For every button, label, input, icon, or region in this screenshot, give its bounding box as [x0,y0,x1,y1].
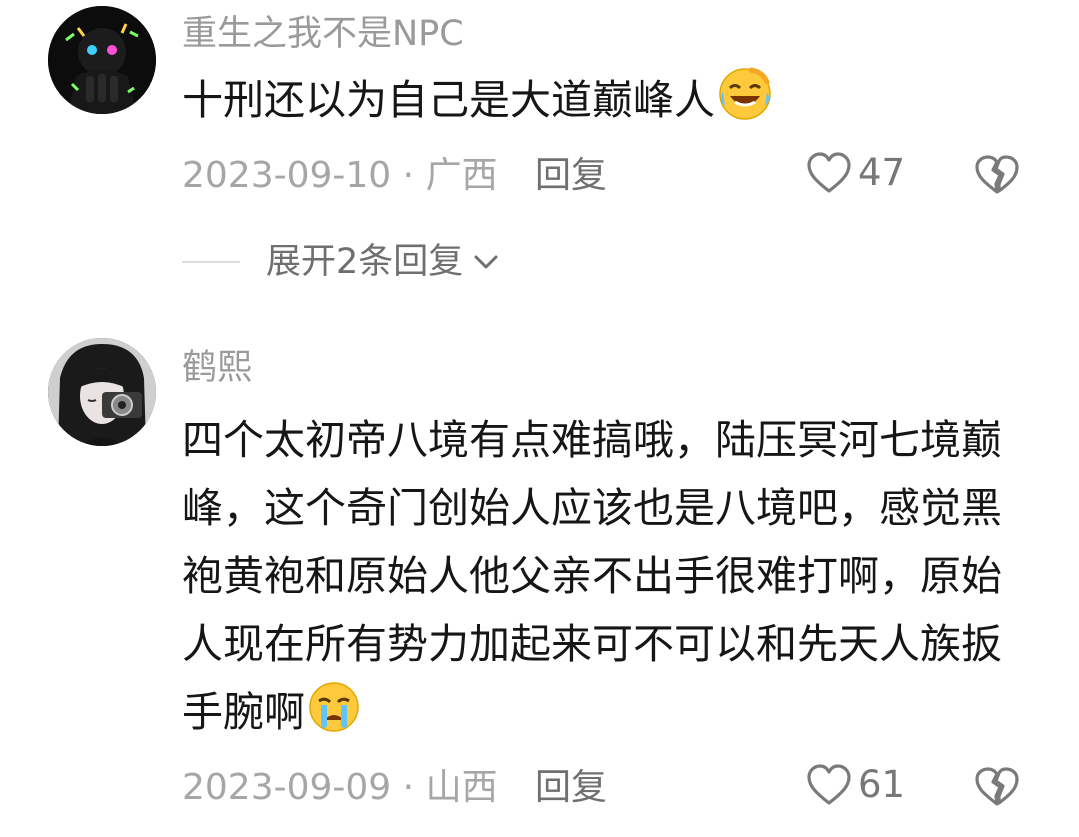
avatar[interactable] [48,338,156,446]
avatar-image [48,338,156,446]
reply-button[interactable]: 回复 [535,766,607,810]
like-button[interactable]: 47 [806,151,905,195]
dislike-button[interactable] [974,766,1020,812]
laughing-tears-emoji [717,66,773,142]
comment-region: 广西 [425,155,498,196]
comment-meta: 2023-09-09 · 山西 [182,766,498,810]
avatar[interactable] [48,6,156,114]
dislike-button[interactable] [974,154,1020,200]
crying-emoji [307,680,361,754]
divider-line [182,261,240,263]
comment-date: 2023-09-09 [182,767,392,808]
comment-region: 山西 [425,767,498,808]
username[interactable]: 重生之我不是NPC [182,14,464,54]
like-count: 61 [858,763,906,806]
expand-replies-button[interactable]: 展开2条回复 [182,240,499,284]
meta-separator: · [391,155,426,196]
comment-item: 重生之我不是NPC 十刑还以为自己是大道巅峰人 2023-09-10 · 广西 … [0,0,1079,300]
broken-heart-icon [975,155,1019,194]
like-count: 47 [858,151,906,194]
reply-button[interactable]: 回复 [535,154,607,198]
heart-outline-icon [807,764,851,805]
comment-meta: 2023-09-10 · 广西 [182,154,498,198]
avatar-image [48,6,156,114]
chevron-down-icon [474,255,498,269]
comment-text-content: 四个太初帝八境有点难搞哦，陆压冥河七境巅峰，这个奇门创始人应该也是八境吧，感觉黑… [182,416,1002,736]
username[interactable]: 鹤熙 [182,348,252,388]
meta-separator: · [391,767,426,808]
comment-text-content: 十刑还以为自己是大道巅峰人 [182,76,715,124]
comment-date: 2023-09-10 [182,155,392,196]
comment-text: 四个太初帝八境有点难搞哦，陆压冥河七境巅峰，这个奇门创始人应该也是八境吧，感觉黑… [182,406,1032,754]
comment-item: 鹤熙 四个太初帝八境有点难搞哦，陆压冥河七境巅峰，这个奇门创始人应该也是八境吧，… [0,300,1079,837]
broken-heart-icon [975,767,1019,806]
comment-text: 十刑还以为自己是大道巅峰人 [182,66,1032,142]
like-button[interactable]: 61 [806,763,905,807]
heart-outline-icon [807,152,851,193]
expand-replies-label: 展开2条回复 [266,242,464,282]
